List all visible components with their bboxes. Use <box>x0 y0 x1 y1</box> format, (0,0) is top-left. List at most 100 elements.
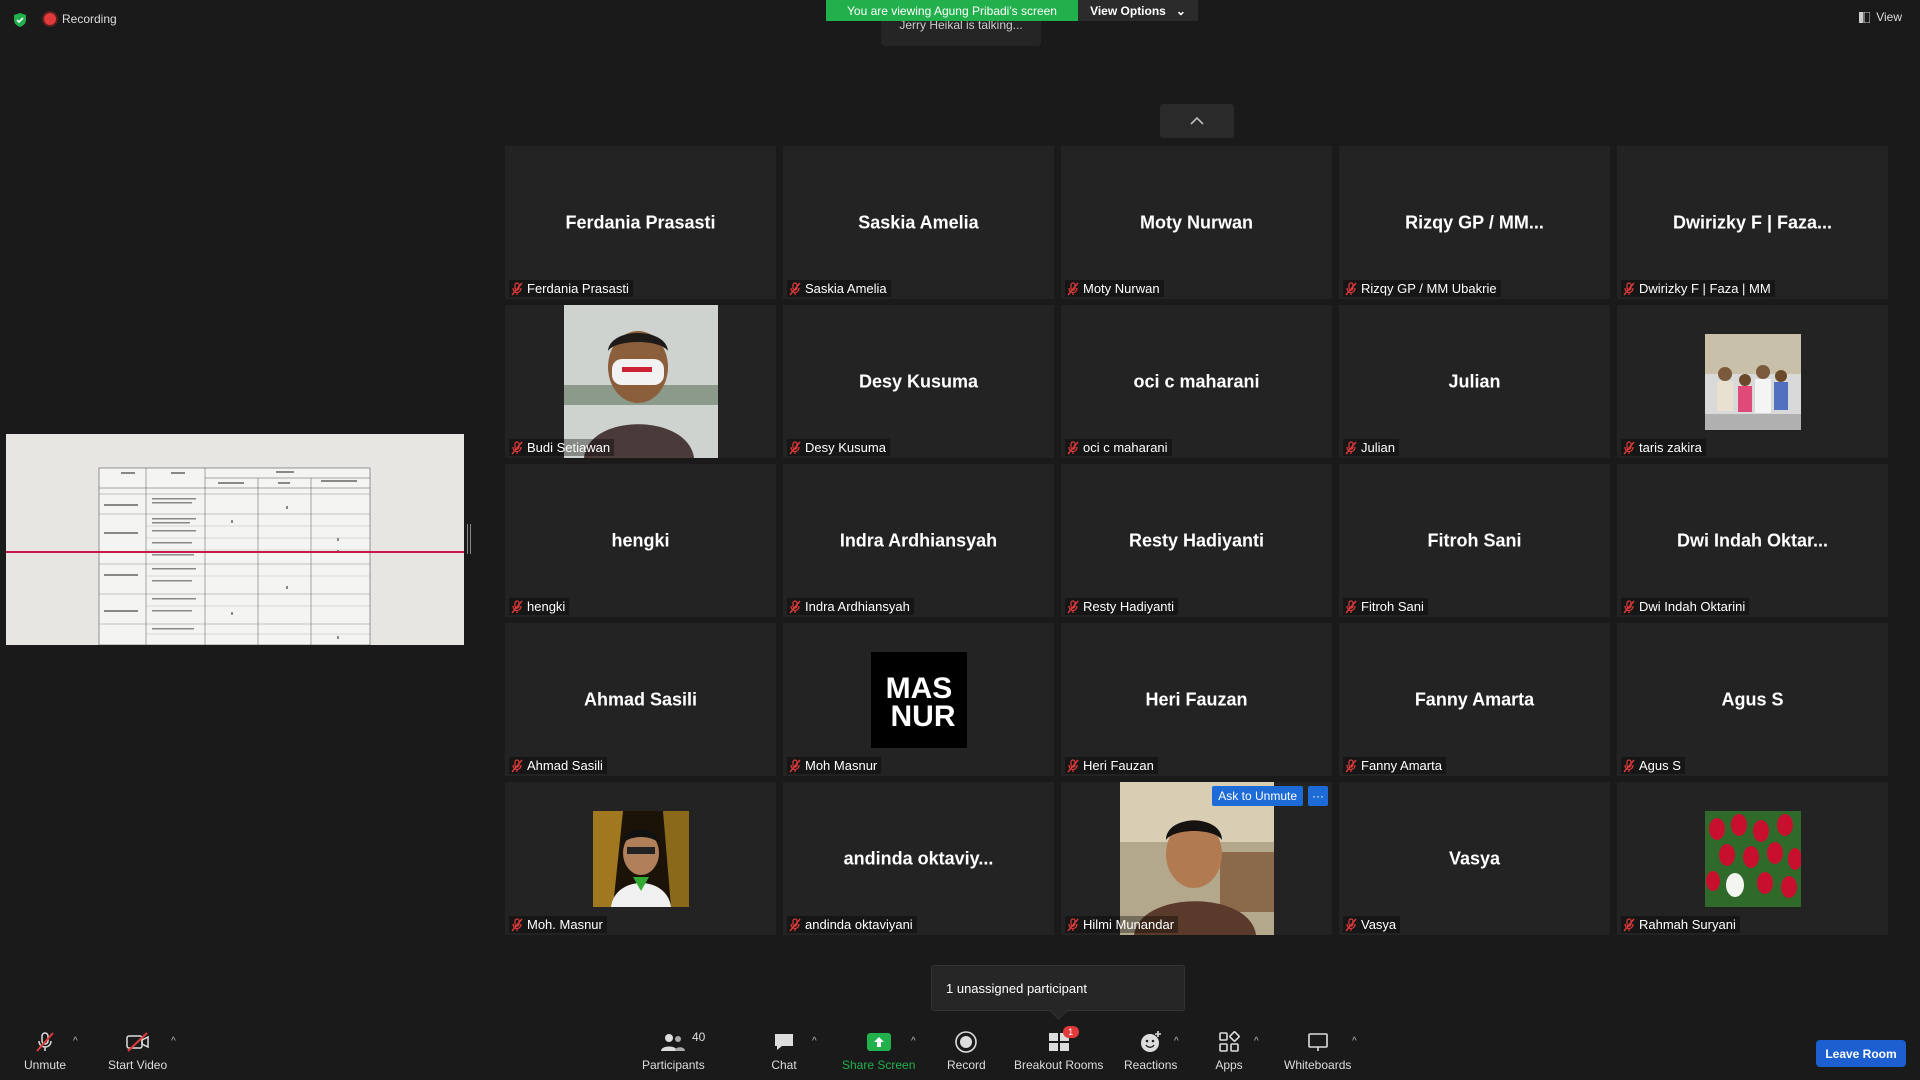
participant-tile[interactable]: Dwi Indah Oktar... Dwi Indah Oktarini <box>1617 464 1888 617</box>
top-bar: Recording Jerry Heikal is talking... You… <box>0 0 1920 46</box>
participant-display-name: Dwi Indah Oktar... <box>1676 530 1829 550</box>
participant-tile[interactable]: Ferdania Prasasti Ferdania Prasasti <box>505 146 776 299</box>
whiteboard-icon <box>1304 1030 1332 1054</box>
participant-tile[interactable]: Vasya Vasya <box>1339 782 1610 935</box>
participant-name: Dwi Indah Oktarini <box>1639 599 1746 614</box>
microphone-muted-icon <box>1067 917 1079 932</box>
microphone-muted-icon <box>789 281 801 296</box>
view-options-button[interactable]: View Options ⌄ <box>1078 0 1198 21</box>
whiteboards-label: Whiteboards <box>1284 1058 1352 1072</box>
participant-name-label: hengki <box>509 598 570 615</box>
view-options-label: View Options <box>1090 3 1166 18</box>
participant-display-name: Fitroh Sani <box>1427 530 1522 550</box>
participant-name-label: taris zakira <box>1621 439 1706 456</box>
shared-screen[interactable] <box>6 434 464 645</box>
view-button[interactable]: View <box>1859 10 1902 24</box>
participant-tile[interactable]: Julian Julian <box>1339 305 1610 458</box>
breakout-rooms-button[interactable]: 1 Breakout Rooms <box>1014 1026 1103 1072</box>
participant-tile[interactable]: Saskia Amelia Saskia Amelia <box>783 146 1054 299</box>
record-icon <box>952 1030 980 1054</box>
participant-tile[interactable]: Fitroh Sani Fitroh Sani <box>1339 464 1610 617</box>
participant-tile[interactable]: Moty Nurwan Moty Nurwan <box>1061 146 1332 299</box>
participant-photo <box>1704 810 1801 907</box>
participant-name-label: Hilmi Munandar <box>1065 916 1179 933</box>
grid-view-icon <box>1859 11 1871 23</box>
participant-tile[interactable]: Fanny Amarta Fanny Amarta <box>1339 623 1610 776</box>
split-view-drag-handle[interactable] <box>467 524 471 554</box>
leave-room-button[interactable]: Leave Room <box>1816 1040 1906 1067</box>
participant-tile[interactable]: oci c maharani oci c maharani <box>1061 305 1332 458</box>
participants-button[interactable]: 40 Participants <box>642 1030 705 1072</box>
participant-name-label: Indra Ardhiansyah <box>787 598 914 615</box>
ask-to-unmute-button[interactable]: Ask to Unmute <box>1212 786 1303 806</box>
participant-tile[interactable]: Hilmi Munandar Ask to Unmute ··· <box>1061 782 1332 935</box>
share-options-caret-icon[interactable]: ^ <box>911 1036 916 1047</box>
participant-tile[interactable]: Desy Kusuma Desy Kusuma <box>783 305 1054 458</box>
participant-tile[interactable]: Ahmad Sasili Ahmad Sasili <box>505 623 776 776</box>
microphone-muted-icon <box>1623 917 1635 932</box>
whiteboards-button[interactable]: Whiteboards <box>1284 1030 1351 1072</box>
participant-display-name: hengki <box>611 530 670 550</box>
chat-options-caret-icon[interactable]: ^ <box>812 1036 817 1047</box>
participant-tile[interactable]: hengki hengki <box>505 464 776 617</box>
participant-display-name: Saskia Amelia <box>858 212 979 232</box>
participant-tile[interactable]: MAS NUR Moh Masnur <box>783 623 1054 776</box>
microphone-muted-icon <box>1067 599 1079 614</box>
participant-tile[interactable]: Agus S Agus S <box>1617 623 1888 776</box>
participant-name-label: Moh. Masnur <box>509 916 607 933</box>
participant-name-label: oci c maharani <box>1065 439 1172 456</box>
participant-name-label: Saskia Amelia <box>787 280 891 297</box>
share-screen-button[interactable]: Share Screen <box>842 1030 915 1072</box>
breakout-rooms-badge: 1 <box>1062 1026 1079 1038</box>
participant-tile[interactable]: Rahmah Suryani <box>1617 782 1888 935</box>
apps-options-caret-icon[interactable]: ^ <box>1254 1036 1259 1047</box>
reactions-options-caret-icon[interactable]: ^ <box>1174 1036 1179 1047</box>
participant-tile[interactable]: Dwirizky F | Faza... Dwirizky F | Faza | … <box>1617 146 1888 299</box>
participant-name-label: Dwirizky F | Faza | MM <box>1621 280 1775 297</box>
video-options-caret-icon[interactable]: ^ <box>171 1036 176 1047</box>
leave-room-label: Leave Room <box>1825 1046 1897 1061</box>
microphone-muted-icon <box>1623 281 1635 296</box>
share-screen-icon <box>865 1030 893 1054</box>
record-label: Record <box>947 1058 986 1072</box>
participant-tile[interactable]: Moh. Masnur <box>505 782 776 935</box>
participant-display-name: Julian <box>1448 371 1501 391</box>
start-video-label: Start Video <box>108 1058 168 1072</box>
participant-display-name: Vasya <box>1448 848 1501 868</box>
reactions-button[interactable]: Reactions <box>1124 1030 1177 1072</box>
participant-name-label: Budi Setiawan <box>509 439 615 456</box>
participant-name: Saskia Amelia <box>805 281 887 296</box>
audio-options-caret-icon[interactable]: ^ <box>73 1036 78 1047</box>
participant-tile[interactable]: andinda oktaviy... andinda oktaviyani <box>783 782 1054 935</box>
participant-tile[interactable]: Resty Hadiyanti Resty Hadiyanti <box>1061 464 1332 617</box>
microphone-muted-icon <box>789 917 801 932</box>
share-screen-label: Share Screen <box>842 1058 916 1072</box>
recording-indicator[interactable]: Recording <box>44 12 117 26</box>
participant-tile[interactable]: Heri Fauzan Heri Fauzan <box>1061 623 1332 776</box>
more-options-icon[interactable]: ··· <box>1308 786 1328 806</box>
microphone-muted-icon <box>511 281 523 296</box>
collapse-gallery-button[interactable] <box>1160 104 1234 138</box>
participant-name: Ferdania Prasasti <box>527 281 629 296</box>
chat-button[interactable]: Chat <box>770 1030 798 1072</box>
start-video-button[interactable]: Start Video <box>108 1030 167 1072</box>
participant-tile[interactable]: Indra Ardhiansyah Indra Ardhiansyah <box>783 464 1054 617</box>
participant-tile[interactable]: Rizqy GP / MM... Rizqy GP / MM Ubakrie <box>1339 146 1610 299</box>
microphone-muted-icon <box>1345 599 1357 614</box>
unassigned-participant-tooltip: 1 unassigned participant <box>931 965 1185 1011</box>
participant-name: Julian <box>1361 440 1395 455</box>
apps-button[interactable]: Apps <box>1215 1030 1243 1072</box>
participant-tile[interactable]: taris zakira <box>1617 305 1888 458</box>
participant-name: Hilmi Munandar <box>1083 917 1175 932</box>
unmute-button[interactable]: Unmute <box>24 1030 66 1072</box>
smiley-plus-icon <box>1137 1030 1165 1054</box>
security-shield-icon[interactable] <box>12 12 28 28</box>
participant-display-name: Rizqy GP / MM... <box>1405 212 1544 232</box>
participant-display-name: Resty Hadiyanti <box>1128 530 1265 550</box>
participant-name-label: Rizqy GP / MM Ubakrie <box>1343 280 1501 297</box>
recording-dot-icon <box>44 13 56 25</box>
record-button[interactable]: Record <box>947 1030 986 1072</box>
participant-tile[interactable]: Budi Setiawan <box>505 305 776 458</box>
whiteboards-options-caret-icon[interactable]: ^ <box>1352 1036 1357 1047</box>
microphone-muted-icon <box>789 599 801 614</box>
